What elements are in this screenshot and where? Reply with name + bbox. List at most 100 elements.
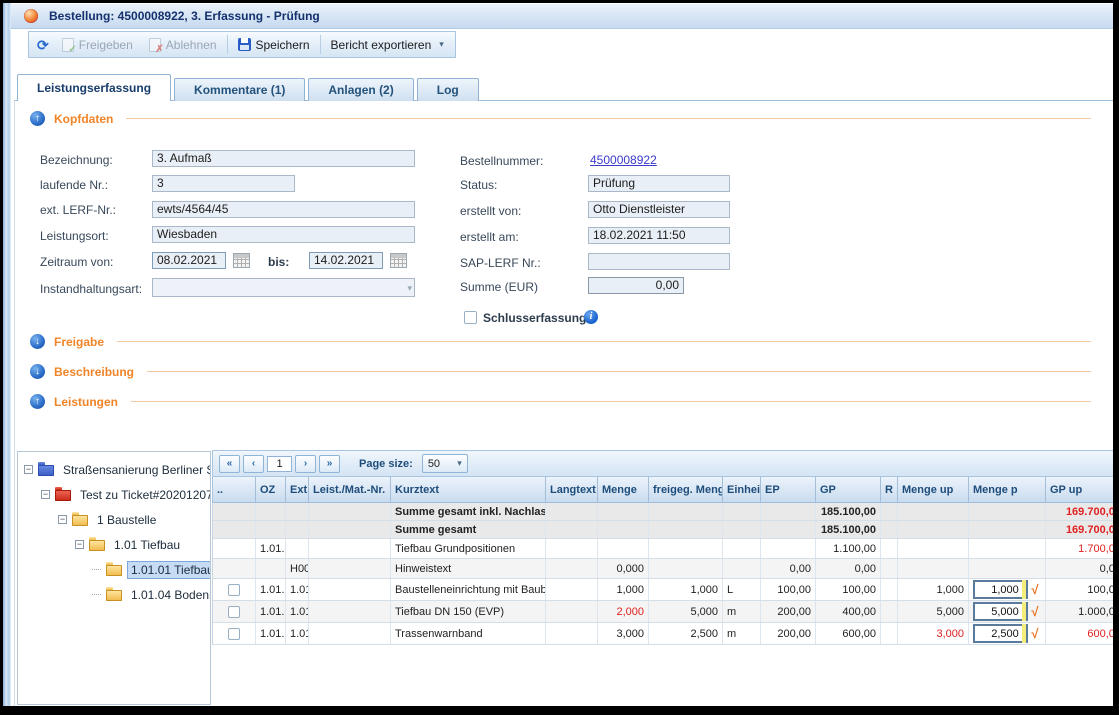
- freigeben-button[interactable]: ✓ Freigeben: [54, 34, 141, 55]
- tab-log[interactable]: Log: [417, 78, 479, 101]
- tree-expander-icon[interactable]: −: [24, 465, 33, 474]
- cell-check: [213, 521, 256, 538]
- last-page-button[interactable]: »: [319, 455, 340, 473]
- cell-menge_p: [969, 503, 1046, 520]
- row-checkbox[interactable]: [228, 584, 240, 596]
- tree-expander-icon[interactable]: −: [41, 490, 50, 499]
- cell-gp: 400,00: [816, 601, 881, 622]
- column-header-freigeg[interactable]: freigeg. Menge: [649, 477, 723, 502]
- column-header-kurztext[interactable]: Kurztext: [391, 477, 546, 502]
- column-header-einheit[interactable]: Einheit: [723, 477, 761, 502]
- calendar-icon[interactable]: [233, 253, 250, 268]
- cell-ext: [286, 503, 309, 520]
- bericht-exportieren-button[interactable]: Bericht exportieren ▾: [323, 34, 452, 55]
- schlusserfassung-checkbox[interactable]: [464, 311, 477, 324]
- first-page-button[interactable]: «: [219, 455, 240, 473]
- zeitraum-bis-field[interactable]: 14.02.2021: [309, 252, 383, 269]
- cell-menge_p: [969, 539, 1046, 558]
- column-header-ep[interactable]: EP: [761, 477, 816, 502]
- column-header-oz[interactable]: OZ: [256, 477, 286, 502]
- cell-kurztext: Hinweistext: [391, 559, 546, 578]
- cell-oz: [256, 521, 286, 538]
- tree-connector: [92, 569, 101, 570]
- speichern-button[interactable]: Speichern: [230, 34, 318, 55]
- row-checkbox[interactable]: [228, 628, 240, 640]
- column-header-r[interactable]: R: [881, 477, 898, 502]
- tree-expander-icon[interactable]: −: [75, 540, 84, 549]
- column-header-leistnr[interactable]: Leist./Mat.-Nr.: [309, 477, 391, 502]
- ext-lerf-field[interactable]: ewts/4564/45: [152, 201, 415, 218]
- menge-p-cell: 5,000√: [973, 602, 1041, 621]
- bestellnummer-link[interactable]: 4500008922: [590, 153, 657, 167]
- menge-p-input[interactable]: 2,500: [973, 624, 1028, 643]
- page-size-value: 50: [428, 458, 440, 470]
- zeitraum-von-field[interactable]: 08.02.2021: [152, 252, 226, 269]
- tab-anlagen[interactable]: Anlagen (2): [308, 78, 413, 101]
- calendar-icon[interactable]: [390, 253, 407, 268]
- ablehnen-button[interactable]: ✗ Ablehnen: [141, 34, 225, 55]
- laufende-nr-field[interactable]: 3: [152, 175, 295, 192]
- collapse-section-icon[interactable]: ↑: [30, 111, 45, 126]
- cell-check: [213, 579, 256, 600]
- menge-p-input[interactable]: 1,000: [973, 580, 1028, 599]
- tree-item[interactable]: −Straßensanierung Berliner Str: [18, 457, 210, 482]
- cell-kurztext: Summe gesamt: [391, 521, 546, 538]
- menge-p-input[interactable]: 5,000: [973, 602, 1028, 621]
- window-left-edge: [3, 3, 11, 706]
- tab-kommentare[interactable]: Kommentare (1): [174, 78, 305, 101]
- tree-item[interactable]: 1.01.04 Bodenm: [18, 582, 210, 607]
- collapse-section-icon[interactable]: ↑: [30, 394, 45, 409]
- expand-section-icon[interactable]: ↓: [30, 364, 45, 379]
- column-header-check[interactable]: ..: [213, 477, 256, 502]
- row-checkbox[interactable]: [228, 606, 240, 618]
- cell-gp: 1.100,00: [816, 539, 881, 558]
- tab-leistungserfassung[interactable]: Leistungserfassung: [17, 74, 171, 101]
- tree-item-label: Test zu Ticket#202012076: [76, 486, 211, 504]
- previous-page-button[interactable]: ‹: [243, 455, 264, 473]
- cell-gp_up: 0,00: [1046, 559, 1113, 578]
- info-icon[interactable]: i: [584, 310, 598, 324]
- column-header-langtext[interactable]: Langtext: [546, 477, 598, 502]
- tree-expander-icon[interactable]: −: [58, 515, 67, 524]
- erstellt-von-label: erstellt von:: [460, 204, 521, 218]
- aufmass-formula-icon[interactable]: √: [1029, 626, 1041, 641]
- aufmass-formula-icon[interactable]: √: [1029, 604, 1041, 619]
- refresh-button[interactable]: ⟳: [32, 34, 54, 55]
- cell-menge_up: [898, 559, 969, 578]
- column-header-gp[interactable]: GP: [816, 477, 881, 502]
- laufende-nr-label: laufende Nr.:: [40, 178, 108, 192]
- summe-field: 0,00: [588, 277, 684, 294]
- aufmass-formula-icon[interactable]: √: [1029, 582, 1041, 597]
- edited-marker: [1022, 580, 1026, 599]
- cell-ep: [761, 503, 816, 520]
- column-header-menge_up[interactable]: Menge up: [898, 477, 969, 502]
- column-header-ext[interactable]: Ext: [286, 477, 309, 502]
- bezeichnung-field[interactable]: 3. Aufmaß: [152, 150, 415, 167]
- expand-section-icon[interactable]: ↓: [30, 334, 45, 349]
- cell-freigeg: [649, 539, 723, 558]
- folder-icon: [55, 490, 71, 501]
- leistungsort-field[interactable]: Wiesbaden: [152, 226, 415, 243]
- main-toolbar: ⟳ ✓ Freigeben ✗ Ablehnen Speichern Beric…: [28, 31, 456, 58]
- cell-menge_p: [969, 521, 1046, 538]
- column-header-menge[interactable]: Menge: [598, 477, 649, 502]
- column-header-menge_p[interactable]: Menge p: [969, 477, 1046, 502]
- cell-gp_up: 1.700,00: [1046, 539, 1113, 558]
- chevron-down-icon: ▾: [457, 458, 462, 469]
- sap-lerf-label: SAP-LERF Nr.:: [460, 256, 541, 270]
- instandhaltungsart-select[interactable]: ▾: [152, 278, 415, 297]
- cell-freigeg: 2,500: [649, 623, 723, 644]
- section-title: Freigabe: [54, 335, 104, 349]
- tree-item[interactable]: −1.01 Tiefbau: [18, 532, 210, 557]
- cell-kurztext: Trassenwarnband: [391, 623, 546, 644]
- cell-check: [213, 539, 256, 558]
- tree-item[interactable]: −1 Baustelle: [18, 507, 210, 532]
- next-page-button[interactable]: ›: [295, 455, 316, 473]
- page-number-input[interactable]: 1: [267, 456, 292, 472]
- cell-ext: H00: [286, 559, 309, 578]
- tree-item[interactable]: 1.01.01 Tiefbau: [18, 557, 210, 582]
- page-size-select[interactable]: 50 ▾: [422, 454, 468, 473]
- column-header-gp_up[interactable]: GP up: [1046, 477, 1113, 502]
- menge-p-value: 1,000: [975, 584, 1022, 596]
- tree-item[interactable]: − Test zu Ticket#202012076: [18, 482, 210, 507]
